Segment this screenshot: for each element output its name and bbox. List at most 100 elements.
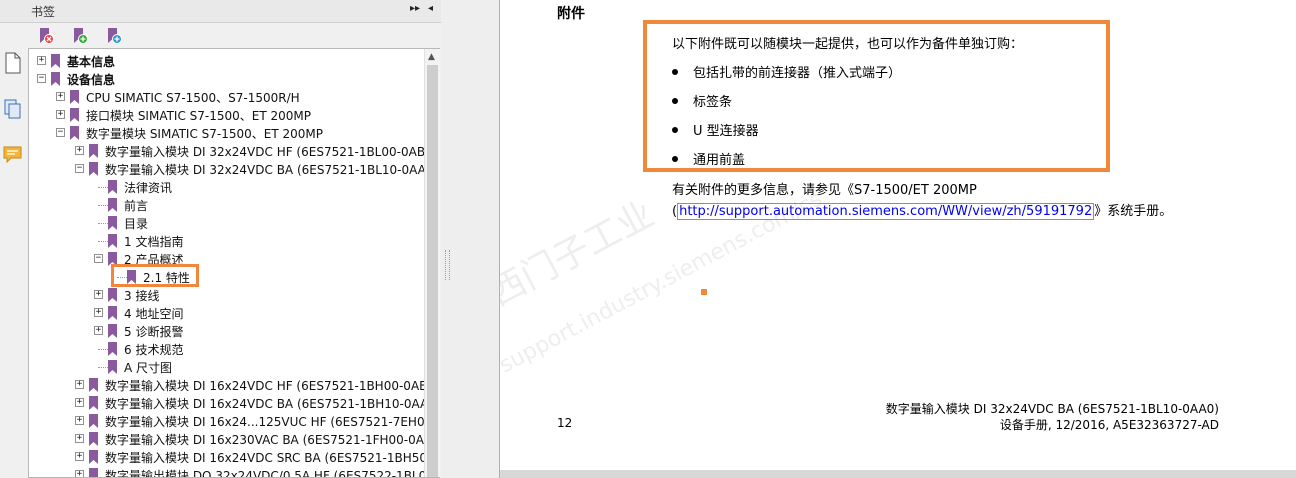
bookmark-item[interactable]: − 数字量模块 SIMATIC S7-1500、ET 200MP [29,124,425,142]
collapse-icon[interactable]: − [94,254,103,263]
bookmark-tree: + 基本信息 − 设备信息 + CPU SIMATIC S7-1500、S7-1500R/… [28,48,440,478]
bookmark-item[interactable]: 目录 [29,214,425,232]
bookmark-icon [108,342,117,356]
bookmark-label: 接口模块 SIMATIC S7-1500、ET 200MP [86,109,312,123]
bookmarks-toolbar [28,24,440,48]
bookmark-icon [108,306,117,320]
bookmark-item[interactable]: 前言 [29,196,425,214]
bookmark-label: 5 诊断报警 [124,325,184,339]
bookmarks-titlebar: 书签 ▸▸ ◂ [0,0,441,23]
bookmark-icon [108,360,117,374]
bookmark-item[interactable]: + 数字量输入模块 DI 32x24VDC HF (6ES7521-1BL00-0… [29,142,437,160]
collapse-icon[interactable]: − [37,74,46,83]
collapse-icon[interactable]: − [75,164,84,173]
bookmark-item[interactable]: + 数字量输入模块 DI 16x24VDC SRC BA (6ES7521-1BH… [29,448,440,466]
panel-splitter[interactable] [441,0,499,478]
bookmark-item[interactable]: A 尺寸图 [29,358,425,376]
bookmark-label: 设备信息 [67,73,116,87]
bookmark-label: 数字量模块 SIMATIC S7-1500、ET 200MP [86,127,324,141]
manual-link[interactable]: http://support.automation.siemens.com/WW… [677,203,1095,220]
page-bottom-edge [500,470,1296,478]
scroll-up-icon[interactable]: ▲ [428,52,435,62]
expand-icon[interactable]: + [37,56,46,65]
tree-scrollbar[interactable]: ▲ [424,49,440,477]
expand-icon[interactable]: + [94,308,103,317]
bookmark-icon [89,414,98,428]
bookmark-properties-icon[interactable] [106,27,122,45]
bookmarks-panel: 书签 ▸▸ ◂ + 基本信息 − 设备信息 + CPU SIMATIC S7-1… [0,0,442,478]
bookmark-item[interactable]: 法律资讯 [29,178,425,196]
bookmark-label: 4 地址空间 [124,307,184,321]
bookmark-item[interactable]: + 数字量输入模块 DI 16x24VDC BA (6ES7521-1BH10-0… [29,394,440,412]
bookmark-label: 数字量输入模块 DI 32x24VDC HF (6ES7521-1BL00-0A… [105,145,438,159]
bookmark-item[interactable]: +3 接线 [29,286,425,304]
bookmark-item[interactable]: 6 技术规范 [29,340,425,358]
bookmark-icon [108,234,117,248]
bookmark-item[interactable]: +4 地址空间 [29,304,425,322]
thumbnails-icon[interactable] [3,98,23,120]
collapse-icon[interactable]: − [56,128,65,137]
bookmark-item[interactable]: − 数字量输入模块 DI 32x24VDC BA (6ES7521-1BL10-0… [29,160,438,178]
more-info-suffix: 》系统手册。 [1094,204,1173,219]
bookmark-icon [89,378,98,392]
bookmark-icon [89,162,98,176]
expand-icon[interactable]: + [56,92,65,101]
cursor-marker [701,289,707,295]
bookmark-item[interactable]: − 设备信息 [29,70,425,88]
bookmark-label: 3 接线 [124,289,160,303]
tree-connector [98,241,108,242]
delete-bookmark-icon[interactable] [38,27,54,45]
bookmark-icon [89,432,98,446]
tree-connector [98,367,108,368]
bookmark-item[interactable]: + 数字量输出模块 DQ 32x24VDC/0.5A HF (6ES7522-1B… [29,466,438,477]
expand-icon[interactable]: + [75,452,84,461]
page-icon[interactable] [3,52,23,74]
bookmark-label: 数字量输入模块 DI 16x230VAC BA (6ES7521-1FH00-0… [105,433,440,447]
bookmarks-title: 书签 [31,5,56,19]
bookmark-item[interactable]: + 数字量输入模块 DI 16x24VDC HF (6ES7521-1BH00-0… [29,376,440,394]
bookmark-item[interactable]: −2 产品概述 [29,250,425,268]
comments-icon[interactable] [3,144,23,166]
tree-scrollbar-thumb[interactable] [427,65,438,477]
bookmark-icon [89,396,98,410]
bookmark-label: 数字量输入模块 DI 32x24VDC BA (6ES7521-1BL10-0A… [105,163,439,177]
bookmark-item[interactable]: + 基本信息 [29,52,425,70]
expand-icon[interactable]: + [75,416,84,425]
expand-icon[interactable]: + [94,290,103,299]
bookmark-icon [70,90,79,104]
splitter-grip[interactable] [445,250,450,280]
expand-icon[interactable]: + [56,110,65,119]
section-heading: 附件 [557,6,585,22]
bookmark-icon [89,468,98,477]
bookmark-item[interactable]: + CPU SIMATIC S7-1500、S7-1500R/H [29,88,425,106]
collapse-panel-icon[interactable]: ▸▸ [410,3,420,14]
bookmark-icon [89,450,98,464]
bookmark-label: 数字量输入模块 DI 16x24VDC HF (6ES7521-1BH00-0A… [105,379,440,393]
add-bookmark-icon[interactable] [72,27,88,45]
bookmark-label: 法律资讯 [124,181,173,195]
tree-connector [98,205,108,206]
tree-connector [98,349,108,350]
tree-connector [98,187,108,188]
bookmark-item[interactable]: +5 诊断报警 [29,322,425,340]
bookmark-item[interactable]: + 数字量输入模块 DI 16x24...125VUC HF (6ES7521-7… [29,412,440,430]
bookmark-icon [108,180,117,194]
expand-icon[interactable]: + [75,398,84,407]
bookmark-item-selected[interactable]: 2.1 特性 [29,268,425,286]
bookmark-label: 数字量输入模块 DI 16x24...125VUC HF (6ES7521-7E… [105,415,440,429]
expand-icon[interactable]: + [75,470,84,477]
bookmark-icon [51,72,60,86]
bookmark-label: 数字量输出模块 DQ 32x24VDC/0.5A HF (6ES7522-1BL… [105,469,439,478]
expand-icon[interactable]: + [75,434,84,443]
bookmark-item[interactable]: + 数字量输入模块 DI 16x230VAC BA (6ES7521-1FH00-… [29,430,440,448]
bookmark-icon [108,288,117,302]
bookmark-item[interactable]: 1 文档指南 [29,232,425,250]
expand-icon[interactable]: + [94,326,103,335]
expand-icon[interactable]: + [75,380,84,389]
expand-icon[interactable]: + [75,146,84,155]
bookmark-icon [108,216,117,230]
bookmark-item[interactable]: + 接口模块 SIMATIC S7-1500、ET 200MP [29,106,425,124]
bookmark-label: 目录 [124,217,149,231]
selected-bookmark-highlight [111,264,199,287]
close-panel-icon[interactable]: ◂ [428,3,433,14]
